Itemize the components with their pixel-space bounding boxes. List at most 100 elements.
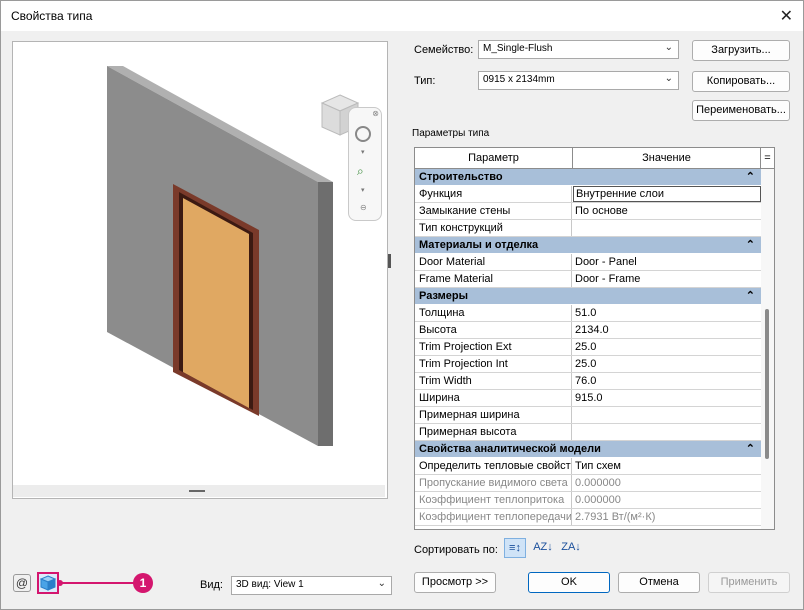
table-row[interactable]: Trim Projection Ext 25.0 (415, 339, 761, 356)
params-title: Параметры типа (412, 128, 490, 139)
param-value[interactable]: 0.000000 (573, 475, 761, 491)
param-name: Определить тепловые свойст (415, 458, 572, 474)
table-row[interactable]: Функция Внутренние слои (415, 186, 761, 203)
param-name: Примерная высота (415, 424, 572, 440)
param-name: Пропускание видимого света (415, 475, 572, 491)
navbar-options-icon[interactable]: ⊖ (360, 203, 367, 212)
table-row[interactable]: Пропускание видимого света 0.000000 (415, 475, 761, 492)
table-row[interactable]: Коэффициент теплопередачи 2.7931 Вт/(м²·К… (415, 509, 761, 526)
param-value[interactable] (573, 220, 761, 236)
column-header-value[interactable]: Значение (573, 148, 761, 168)
rename-button[interactable]: Переименовать... (692, 100, 790, 121)
sort-az-icon[interactable]: AZ↓ (532, 538, 554, 558)
door-leaf (183, 198, 249, 408)
table-row[interactable]: Замыкание стены По основе (415, 203, 761, 220)
chevron-down-icon: ⌄ (664, 42, 673, 53)
copy-button[interactable]: Копировать... (692, 71, 790, 92)
cancel-button[interactable]: Отмена (618, 572, 700, 593)
param-name: Замыкание стены (415, 203, 572, 219)
family-value: M_Single-Flush (483, 43, 553, 54)
3d-view-icon[interactable] (37, 572, 59, 594)
param-name: Примерная ширина (415, 407, 572, 423)
table-row[interactable]: Door Material Door - Panel (415, 254, 761, 271)
sort-za-icon[interactable]: ZA↓ (560, 538, 582, 558)
dialog-title: Свойства типа (11, 9, 93, 23)
table-row[interactable]: Ширина 915.0 (415, 390, 761, 407)
param-value[interactable]: 2134.0 (573, 322, 761, 338)
param-value[interactable]: 25.0 (573, 339, 761, 355)
table-row[interactable]: Определить тепловые свойст Тип схем (415, 458, 761, 475)
param-value[interactable]: По основе (573, 203, 761, 219)
table-body: Строительство ⌃ Функция Внутренние слои Замы… (415, 169, 761, 526)
family-combobox[interactable]: M_Single-Flush ⌄ (478, 40, 679, 59)
preview-button[interactable]: Просмотр >> (414, 572, 496, 593)
preview-scrollbar[interactable] (13, 485, 385, 497)
group-header[interactable]: Размеры ⌃ (415, 288, 761, 305)
column-header-eq[interactable]: = (761, 148, 774, 168)
collapse-icon[interactable]: ⌃ (746, 237, 755, 254)
param-name: Высота (415, 322, 572, 338)
param-value[interactable]: 0.000000 (573, 492, 761, 508)
param-value[interactable]: 25.0 (573, 356, 761, 372)
scrollbar-thumb[interactable] (765, 309, 769, 459)
table-row[interactable]: Коэффициент теплопритока 0.000000 (415, 492, 761, 509)
collapse-icon[interactable]: ⌃ (746, 288, 755, 305)
group-header[interactable]: Свойства аналитической модели ⌃ (415, 441, 761, 458)
help-icon[interactable]: @ (13, 574, 31, 592)
table-row[interactable]: Примерная ширина (415, 407, 761, 424)
close-navbar-icon[interactable]: ⊗ (372, 109, 379, 118)
family-label: Семейство: (414, 44, 474, 56)
navigation-bar[interactable]: ⊗ ▾ ⌕ ▾ ⊖ (348, 107, 382, 221)
zoom-icon[interactable]: ⌕ (357, 164, 364, 179)
param-name: Функция (415, 186, 572, 202)
scrollbar-thumb[interactable] (189, 490, 205, 492)
preview-pane[interactable]: ⊗ ▾ ⌕ ▾ ⊖ (12, 41, 388, 499)
apply-button[interactable]: Применить (708, 572, 790, 593)
dropdown-arrow-icon[interactable]: ▾ (361, 186, 365, 194)
table-row[interactable]: Тип конструкций (415, 220, 761, 237)
column-header-param[interactable]: Параметр (415, 148, 573, 168)
param-value[interactable]: 915.0 (573, 390, 761, 406)
param-name: Толщина (415, 305, 572, 321)
table-row[interactable]: Высота 2134.0 (415, 322, 761, 339)
sort-grouped-icon[interactable]: ≡↕ (504, 538, 526, 558)
param-name: Trim Projection Int (415, 356, 572, 372)
load-button[interactable]: Загрузить... (692, 40, 790, 61)
param-name: Коэффициент теплопередачи (415, 509, 572, 525)
group-name: Материалы и отделка (419, 239, 539, 251)
dropdown-arrow-icon[interactable]: ▾ (361, 148, 365, 156)
callout-leader (60, 582, 134, 584)
chevron-down-icon: ⌄ (664, 73, 673, 84)
collapse-icon[interactable]: ⌃ (746, 441, 755, 458)
param-value[interactable]: 51.0 (573, 305, 761, 321)
collapse-icon[interactable]: ⌃ (746, 169, 755, 186)
sort-label: Сортировать по: (414, 544, 498, 556)
view-combobox[interactable]: 3D вид: View 1 ⌄ (231, 576, 392, 595)
table-row[interactable]: Trim Projection Int 25.0 (415, 356, 761, 373)
param-value[interactable] (573, 407, 761, 423)
table-row[interactable]: Frame Material Door - Frame (415, 271, 761, 288)
wall-side (318, 182, 333, 446)
type-parameters-table[interactable]: Параметр Значение = Строительство ⌃ Функци… (414, 147, 775, 530)
param-value[interactable]: Тип схем (573, 458, 761, 474)
group-header[interactable]: Материалы и отделка ⌃ (415, 237, 761, 254)
param-value[interactable]: 76.0 (573, 373, 761, 389)
param-value[interactable]: 2.7931 Вт/(м²·К) (573, 509, 761, 525)
param-value[interactable] (573, 424, 761, 440)
ok-button[interactable]: OK (528, 572, 610, 593)
param-value[interactable]: Door - Panel (573, 254, 761, 270)
param-value[interactable]: Внутренние слои (573, 186, 761, 202)
steering-wheel-icon[interactable] (355, 126, 371, 142)
splitter-handle[interactable] (388, 254, 391, 268)
close-icon[interactable]: ✕ (780, 6, 793, 26)
param-name: Frame Material (415, 271, 572, 287)
param-value[interactable]: Door - Frame (573, 271, 761, 287)
group-name: Строительство (419, 171, 503, 183)
group-header[interactable]: Строительство ⌃ (415, 169, 761, 186)
type-combobox[interactable]: 0915 x 2134mm ⌄ (478, 71, 679, 90)
table-row[interactable]: Trim Width 76.0 (415, 373, 761, 390)
table-row[interactable]: Примерная высота (415, 424, 761, 441)
table-scrollbar[interactable] (761, 169, 774, 529)
table-row[interactable]: Толщина 51.0 (415, 305, 761, 322)
chevron-down-icon: ⌄ (377, 578, 386, 589)
